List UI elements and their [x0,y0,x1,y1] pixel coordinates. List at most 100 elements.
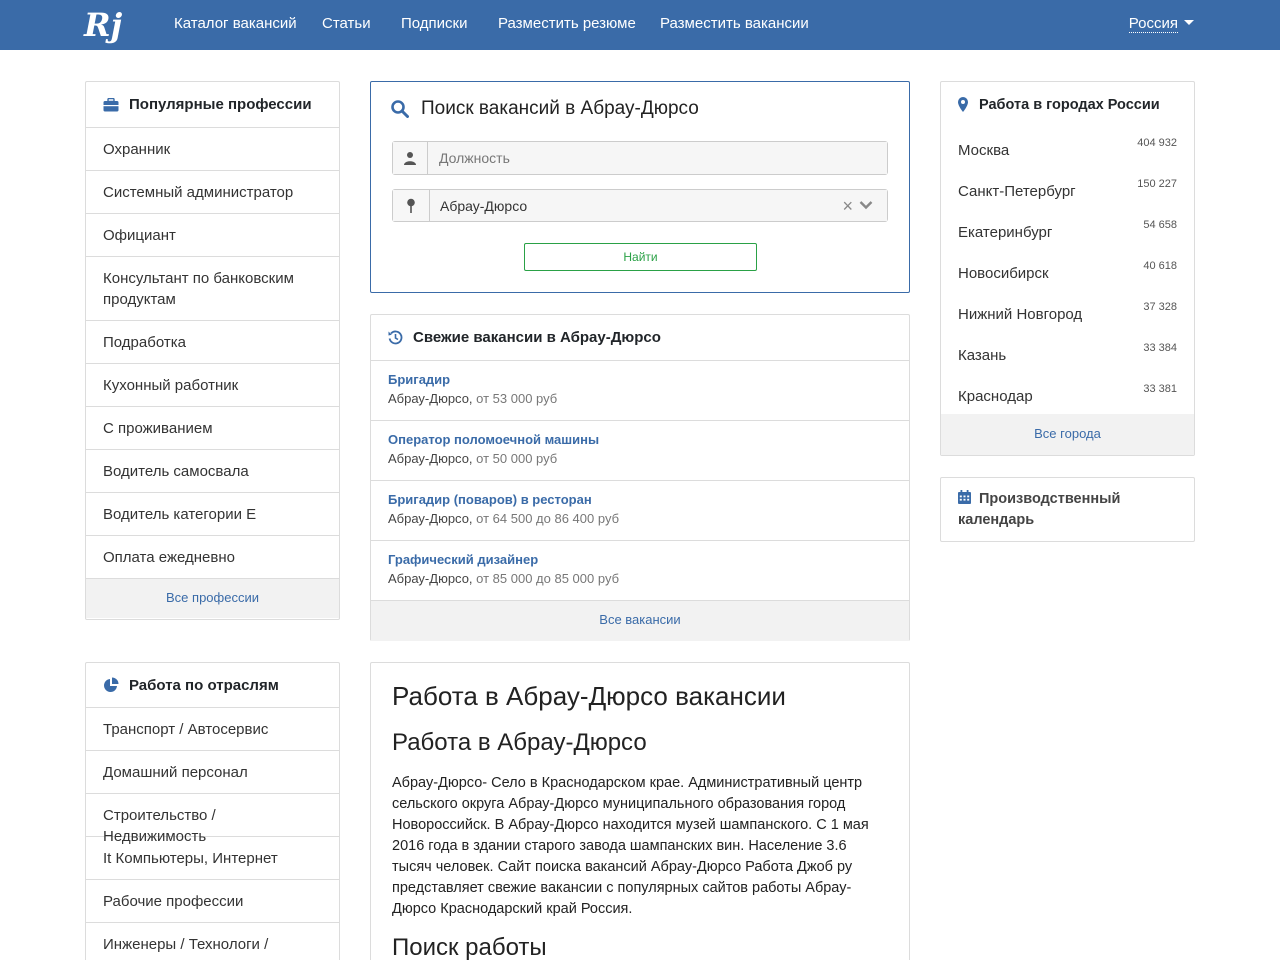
find-button[interactable]: Найти [524,243,757,271]
city-item[interactable]: Нижний Новгород 37 328 [941,291,1194,332]
calendar-icon [958,490,971,504]
nav-link-subscriptions[interactable]: Подписки [401,0,468,50]
popular-professions-header: Популярные профессии [86,82,339,128]
vacancy-meta: Абрау-Дюрсо, от 50 000 руб [388,448,892,470]
article-subheading-search: Поиск работы [392,934,547,960]
vacancy-title-link[interactable]: Бригадир (поваров) в ресторан [388,492,892,508]
vacancy-title-link[interactable]: Оператор поломоечной машины [388,432,892,448]
position-input[interactable] [428,142,887,174]
city-item[interactable]: Москва 404 932 [941,127,1194,168]
fresh-vacancies-header: Свежие вакансии в Абрау-Дюрсо [371,315,909,361]
user-icon [393,142,428,174]
profession-item[interactable]: Водитель самосвала [86,450,339,493]
industry-item[interactable]: Инженеры / Технологи / [86,923,339,960]
nav-link-post-vacancy[interactable]: Разместить вакансии [660,0,809,50]
nav-link-post-resume[interactable]: Разместить резюме [498,0,636,50]
pie-chart-icon [104,677,119,692]
location-marker-icon [958,96,968,112]
vacancy-salary: от 53 000 руб [476,391,558,406]
profession-item[interactable]: Кухонный работник [86,364,339,407]
city-item[interactable]: Санкт-Петербург 150 227 [941,168,1194,209]
city-name: Москва [958,142,1010,159]
city-count: 40 618 [1143,260,1177,272]
vacancy-meta: Абрау-Дюрсо, от 64 500 до 86 400 руб [388,508,892,530]
vacancy-place: Абрау-Дюрсо, [388,511,473,526]
fresh-vacancies-card: Свежие вакансии в Абрау-Дюрсо Бригадир А… [370,314,910,641]
calendar-card[interactable]: Производственный календарь [940,477,1195,542]
vacancy-item: Графический дизайнер Абрау-Дюрсо, от 85 … [371,541,909,601]
profession-item[interactable]: Подработка [86,321,339,364]
profession-item[interactable]: Системный администратор [86,171,339,214]
location-select-group: Абрау-Дюрсо × [392,189,888,222]
calendar-header: Производственный календарь [941,478,1194,542]
vacancy-meta: Абрау-Дюрсо, от 85 000 до 85 000 руб [388,568,892,590]
country-dropdown[interactable]: Россия [1128,0,1194,50]
profession-item[interactable]: С проживанием [86,407,339,450]
search-icon [391,100,409,118]
city-item[interactable]: Казань 33 384 [941,332,1194,373]
vacancy-salary: от 50 000 руб [476,451,558,466]
city-count: 54 658 [1143,219,1177,231]
industry-item[interactable]: Строительство / Недвижимость [86,794,339,845]
popular-professions-card: Популярные профессии Охранник Системный … [85,81,340,620]
location-value: Абрау-Дюрсо [440,198,528,214]
city-item[interactable]: Екатеринбург 54 658 [941,209,1194,250]
cities-card: Работа в городах России Москва 404 932 Са… [940,81,1195,456]
vacancy-place: Абрау-Дюрсо, [388,391,473,406]
clear-location-button[interactable]: × [842,190,853,222]
vacancy-place: Абрау-Дюрсо, [388,571,473,586]
fresh-vacancies-title: Свежие вакансии в Абрау-Дюрсо [413,329,661,346]
cities-header: Работа в городах России [941,82,1194,127]
calendar-title: Производственный календарь [958,491,1121,528]
city-name: Екатеринбург [958,224,1053,241]
vacancy-meta: Абрау-Дюрсо, от 53 000 руб [388,388,892,410]
nav-link-catalog[interactable]: Каталог вакансий [174,0,297,50]
cities-title: Работа в городах России [979,96,1160,113]
map-pin-icon [393,190,430,221]
caret-down-icon [1184,20,1194,25]
city-count: 37 328 [1143,301,1177,313]
vacancy-title-link[interactable]: Бригадир [388,372,892,388]
briefcase-icon [103,97,119,111]
top-navbar: Rj Каталог вакансий Статьи Подписки Разм… [0,0,1280,50]
article-heading: Работа в Абрау-Дюрсо вакансии [392,681,786,711]
profession-item[interactable]: Оплата ежедневно [86,536,339,579]
profession-item[interactable]: Охранник [86,128,339,171]
vacancy-item: Оператор поломоечной машины Абрау-Дюрсо,… [371,421,909,481]
city-item[interactable]: Новосибирск 40 618 [941,250,1194,291]
vacancy-salary: от 85 000 до 85 000 руб [476,571,620,586]
industries-header: Работа по отраслям [86,663,339,708]
industry-item[interactable]: Рабочие профессии [86,880,339,923]
city-name: Нижний Новгород [958,306,1083,323]
city-item[interactable]: Краснодар 33 381 [941,373,1194,414]
position-input-group [392,141,888,175]
profession-item[interactable]: Официант [86,214,339,257]
article-subheading: Работа в Абрау-Дюрсо [392,729,647,756]
profession-item[interactable]: Водитель категории Е [86,493,339,536]
chevron-down-icon[interactable] [859,200,873,210]
search-header: Поиск вакансий в Абрау-Дюрсо [391,98,699,120]
city-count: 33 381 [1143,383,1177,395]
city-count: 33 384 [1143,342,1177,354]
vacancy-item: Бригадир Абрау-Дюрсо, от 53 000 руб [371,361,909,421]
site-logo[interactable]: Rj [84,3,126,47]
article-paragraph: Абрау-Дюрсо- Село в Краснодарском крае. … [392,775,869,917]
industry-item[interactable]: Транспорт / Автосервис [86,708,339,751]
article-card: Работа в Абрау-Дюрсо вакансии Работа в А… [370,662,910,960]
location-select[interactable]: Абрау-Дюрсо × [430,190,887,221]
country-label: Россия [1128,15,1178,33]
profession-item[interactable]: Консультант по банковским продуктам [86,257,339,321]
city-count: 150 227 [1137,178,1177,190]
all-vacancies-link[interactable]: Все вакансии [371,601,909,641]
vacancy-title-link[interactable]: Графический дизайнер [388,552,892,568]
industries-title: Работа по отраслям [129,676,279,694]
nav-link-articles[interactable]: Статьи [322,0,371,50]
city-name: Казань [958,347,1007,364]
vacancy-salary: от 64 500 до 86 400 руб [476,511,620,526]
all-professions-link[interactable]: Все профессии [86,579,339,618]
industry-item[interactable]: Домашний персонал [86,751,339,794]
history-icon [388,330,403,345]
search-title: Поиск вакансий в Абрау-Дюрсо [421,98,699,119]
search-card: Поиск вакансий в Абрау-Дюрсо Абрау-Дюрсо… [370,81,910,293]
all-cities-link[interactable]: Все города [941,414,1194,455]
